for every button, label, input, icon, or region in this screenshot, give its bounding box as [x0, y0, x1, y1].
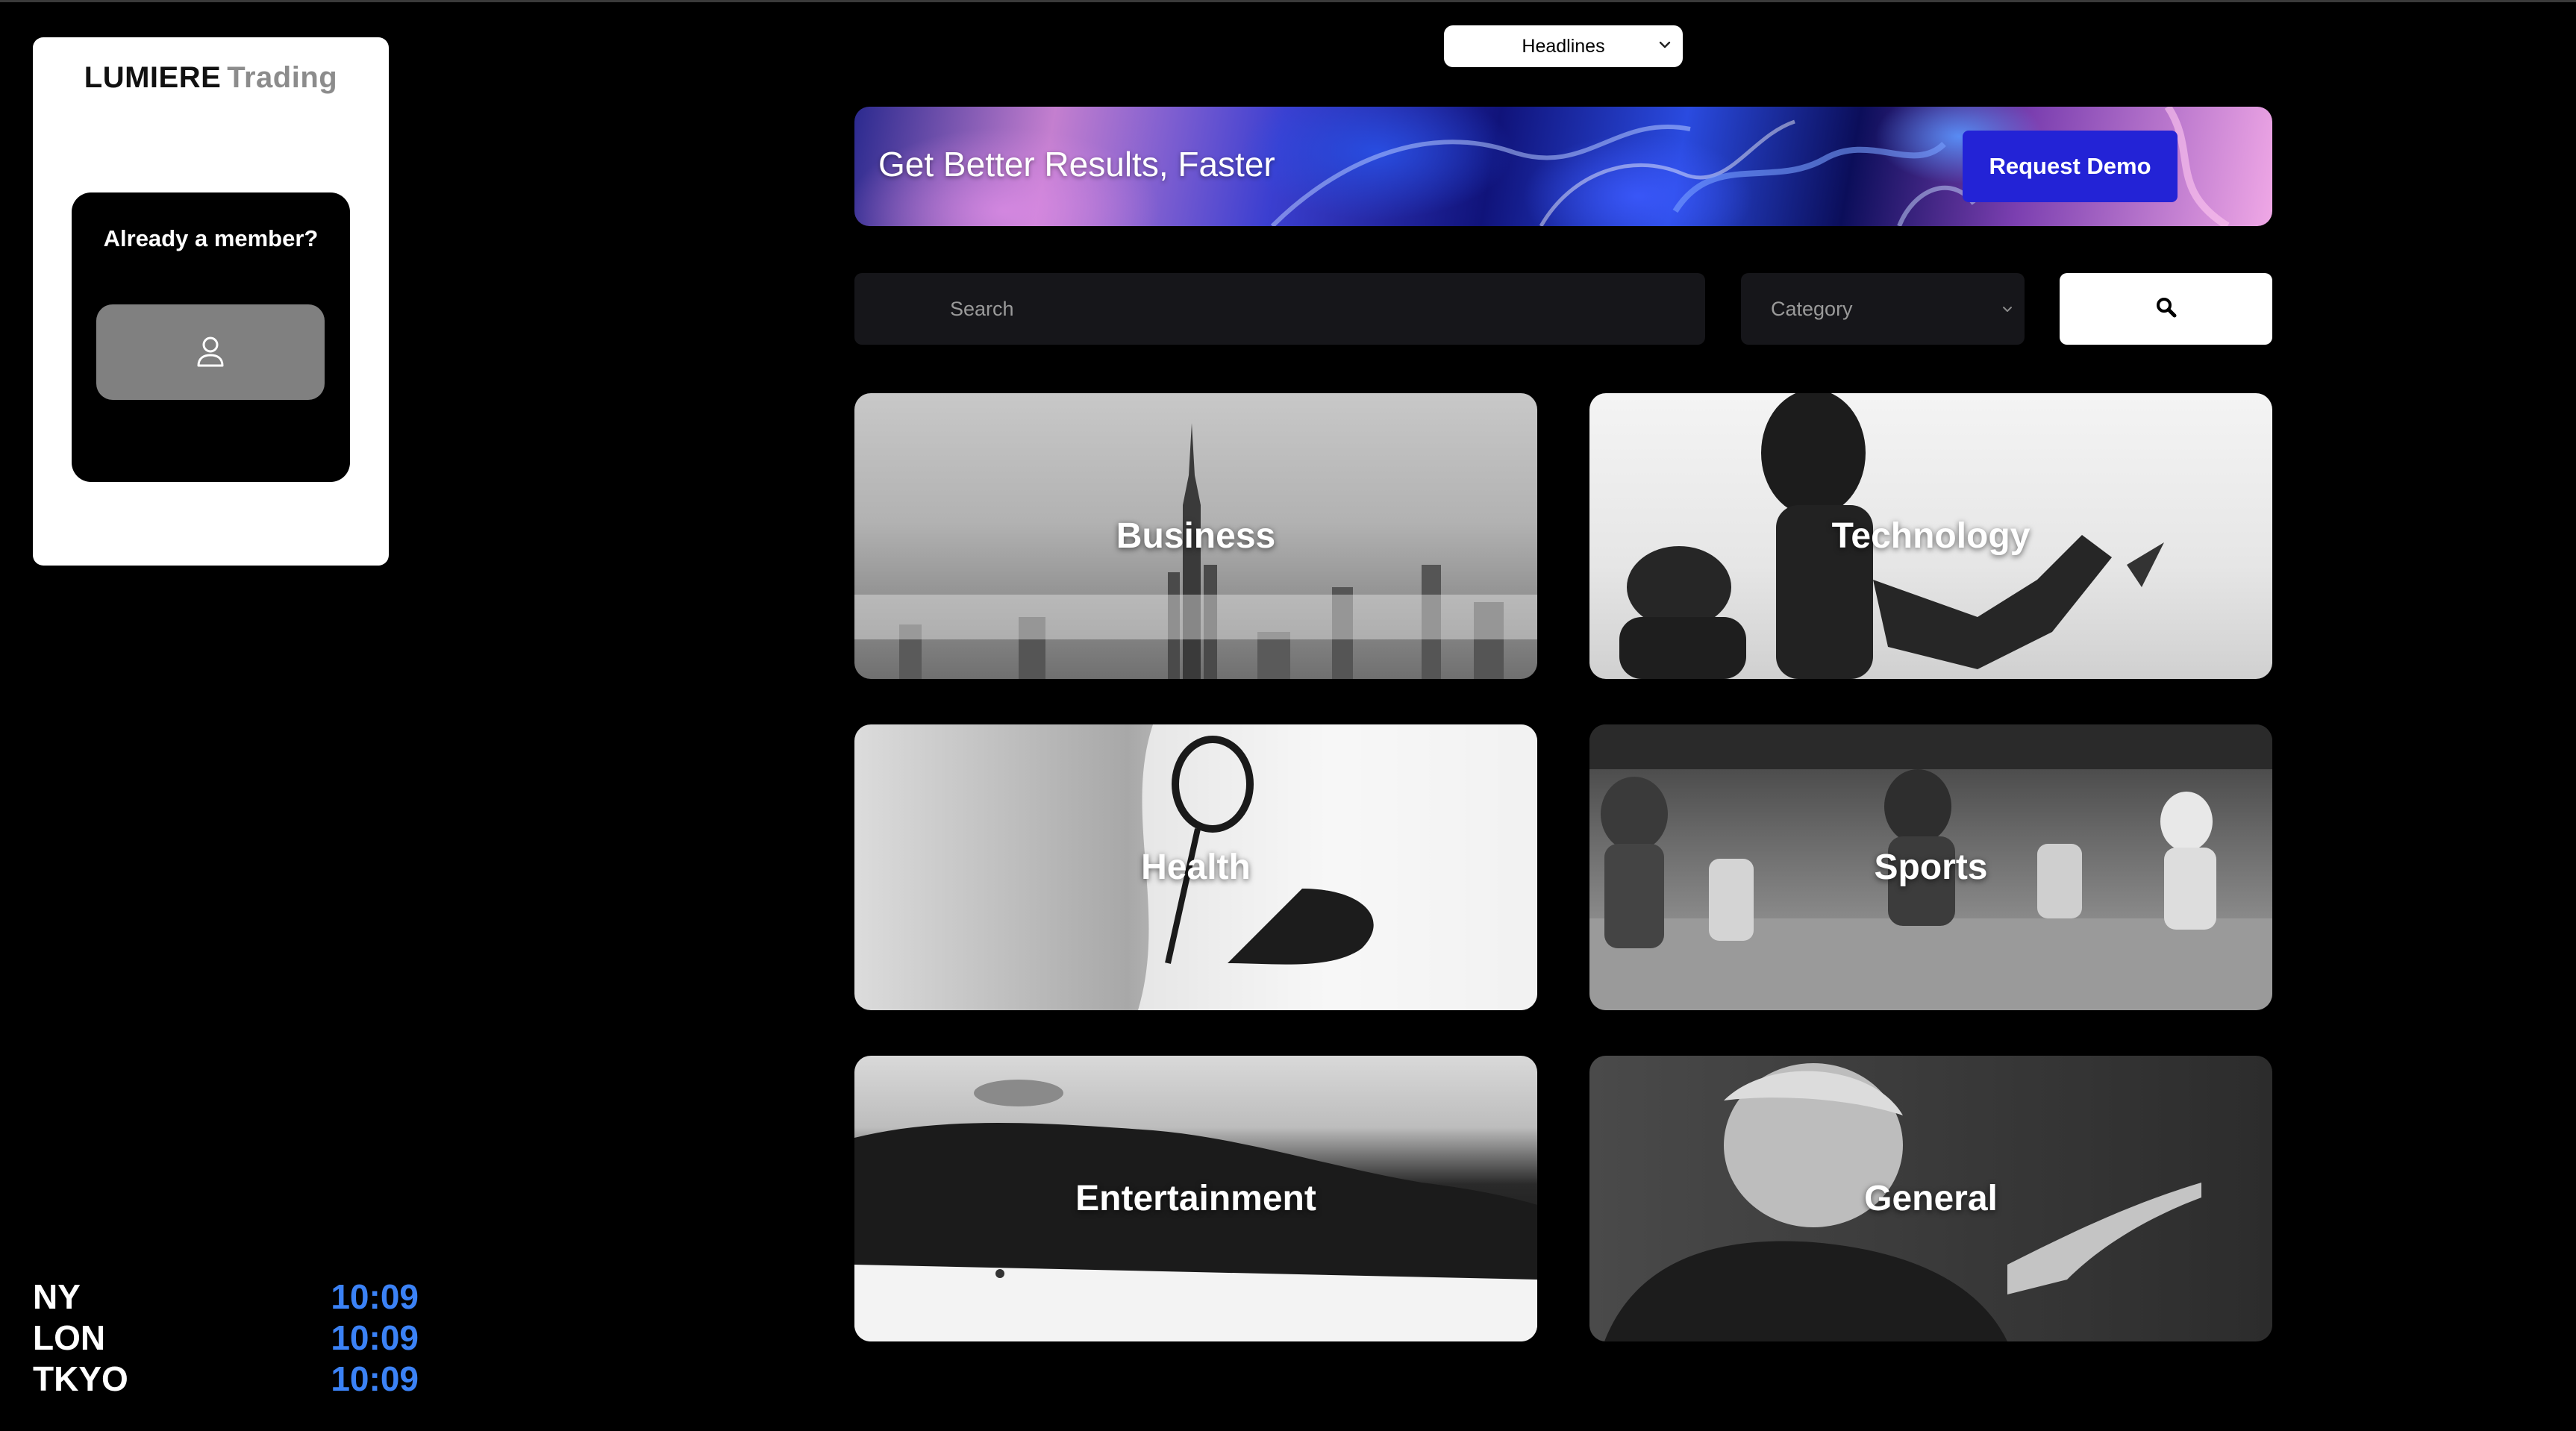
clock-ny: NY 10:09 — [33, 1276, 421, 1317]
clock-city: TKYO — [33, 1359, 128, 1398]
category-label: Technology — [1831, 516, 2031, 556]
category-label: Health — [1141, 848, 1251, 887]
category-label: Entertainment — [1075, 1179, 1316, 1218]
search-input[interactable] — [854, 273, 1705, 345]
member-panel: Already a member? — [72, 192, 350, 482]
category-label: Sports — [1874, 848, 1988, 887]
brand-accent: Trading — [227, 61, 338, 94]
category-select-value: Category — [1771, 298, 1853, 320]
search-button[interactable] — [2060, 273, 2272, 345]
clock-city: NY — [33, 1277, 81, 1316]
feed-select[interactable]: Headlines — [1444, 25, 1683, 67]
member-title: Already a member? — [103, 225, 319, 251]
promo-banner: Get Better Results, Faster Request Demo — [854, 107, 2272, 226]
category-select[interactable]: Category — [1741, 273, 2025, 345]
top-border — [0, 0, 2576, 2]
user-icon — [196, 335, 225, 370]
clock-lon: LON 10:09 — [33, 1317, 421, 1358]
brand-name: LUMIERE — [84, 61, 222, 94]
category-card-general[interactable]: General — [1589, 1056, 2272, 1341]
category-label: Business — [1116, 516, 1276, 556]
category-card-business[interactable]: Business — [854, 393, 1537, 679]
feed-select-value: Headlines — [1522, 35, 1605, 57]
category-card-technology[interactable]: Technology — [1589, 393, 2272, 679]
category-card-sports[interactable]: Sports — [1589, 724, 2272, 1010]
category-card-entertainment[interactable]: Entertainment — [854, 1056, 1537, 1341]
brand-logo[interactable]: LUMIERE Trading — [33, 61, 389, 95]
search-icon — [2155, 296, 2178, 322]
banner-headline: Get Better Results, Faster — [878, 145, 1275, 184]
login-button[interactable] — [96, 304, 325, 400]
clock-time: 10:09 — [331, 1277, 419, 1316]
clock-time: 10:09 — [331, 1359, 419, 1398]
request-demo-button[interactable]: Request Demo — [1963, 131, 2178, 202]
sidebar-card: LUMIERE Trading Already a member? — [33, 37, 389, 566]
clock-city: LON — [33, 1318, 106, 1357]
clock-time: 10:09 — [331, 1318, 419, 1357]
world-clocks: NY 10:09 LON 10:09 TKYO 10:09 — [33, 1276, 421, 1399]
chevron-down-icon — [2001, 303, 2014, 320]
category-card-health[interactable]: Health — [854, 724, 1537, 1010]
clock-tkyo: TKYO 10:09 — [33, 1358, 421, 1399]
chevron-down-icon — [1657, 37, 1672, 56]
category-label: General — [1864, 1179, 1998, 1218]
